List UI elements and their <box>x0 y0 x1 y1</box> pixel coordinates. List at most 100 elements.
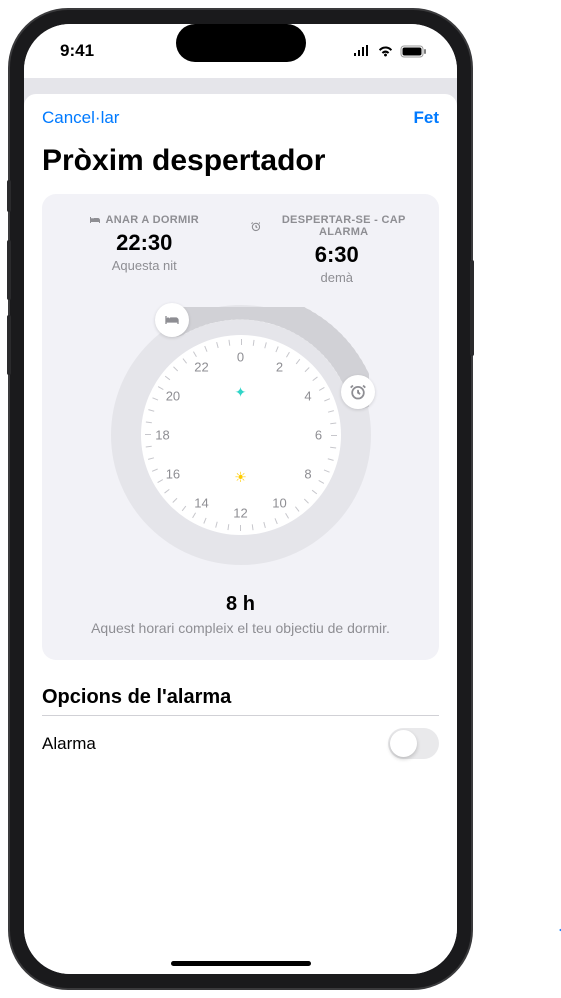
dial-tick <box>204 346 207 352</box>
dial-hour: 18 <box>155 428 169 443</box>
dial-tick <box>181 506 185 511</box>
screen: 9:41 Cancel·lar Fet Pròxim despertador <box>24 24 457 974</box>
dial-tick <box>192 512 196 518</box>
cellular-icon <box>353 45 371 57</box>
dial-tick <box>330 422 336 424</box>
phone-frame: 9:41 Cancel·lar Fet Pròxim despertador <box>10 10 471 988</box>
bed-icon <box>164 312 180 328</box>
dial-hour: 0 <box>237 350 244 365</box>
silent-switch <box>7 180 11 212</box>
dial-tick <box>327 458 333 461</box>
dial-tick <box>172 498 177 503</box>
dial-tick <box>151 469 157 472</box>
dial-tick <box>312 377 317 381</box>
dial-tick <box>216 342 219 348</box>
dial-tick <box>286 352 290 358</box>
bedtime-label: ANAR A DORMIR <box>58 214 231 226</box>
dial-tick <box>145 446 151 448</box>
dial-face: 0246810121416182022 ✦ ☀ <box>141 335 341 535</box>
dial-hour: 8 <box>304 467 311 482</box>
dynamic-island <box>176 24 306 62</box>
dial-tick <box>164 376 169 380</box>
dial-tick <box>157 386 163 390</box>
volume-up <box>7 240 11 300</box>
dial-tick <box>227 524 229 530</box>
times-row: ANAR A DORMIR 22:30 Aquesta nit DESPERTA… <box>58 214 423 285</box>
wake-handle[interactable] <box>341 375 375 409</box>
home-indicator[interactable] <box>171 961 311 966</box>
dial-tick <box>145 434 151 435</box>
modal-sheet: Cancel·lar Fet Pròxim despertador ANAR A… <box>24 94 457 974</box>
dial-tick <box>311 490 316 494</box>
dial-tick <box>285 513 289 519</box>
options-header: Opcions de l'alarma <box>42 686 439 709</box>
dial-tick <box>295 359 299 364</box>
bed-icon <box>89 215 101 225</box>
cancel-button[interactable]: Cancel·lar <box>42 108 119 128</box>
dial-tick <box>318 387 324 391</box>
dial-tick <box>318 480 324 484</box>
dial-tick <box>148 409 154 412</box>
done-button[interactable]: Fet <box>414 108 440 128</box>
dial-hour: 20 <box>166 389 180 404</box>
bedtime-sub: Aquesta nit <box>58 258 231 273</box>
dial-tick <box>173 366 178 371</box>
dial-hour: 14 <box>194 495 208 510</box>
dial-tick <box>228 340 230 346</box>
wake-col: DESPERTAR-SE - CAP ALARMA 6:30 demà <box>251 214 424 285</box>
summary: 8 h Aquest horari compleix el teu object… <box>58 593 423 636</box>
alarm-toggle[interactable] <box>388 728 439 759</box>
alarm-icon <box>350 384 366 400</box>
wake-label-text: DESPERTAR-SE - CAP ALARMA <box>264 214 423 238</box>
dial-numbers: 0246810121416182022 <box>141 335 341 535</box>
alarm-label: Alarma <box>42 734 96 754</box>
dial-tick <box>252 340 254 346</box>
wake-sub: demà <box>251 270 424 285</box>
dial-tick <box>264 342 267 348</box>
status-icons <box>353 45 427 58</box>
summary-hours: 8 h <box>58 593 423 616</box>
dial-hour: 16 <box>166 467 180 482</box>
sparkle-icon: ✦ <box>235 384 247 401</box>
sleep-card: ANAR A DORMIR 22:30 Aquesta nit DESPERTA… <box>42 194 439 660</box>
wake-label: DESPERTAR-SE - CAP ALARMA <box>251 214 424 238</box>
dial-tick <box>241 339 242 345</box>
dial-tick <box>148 457 154 460</box>
dial-tick <box>203 518 206 524</box>
bedtime-col: ANAR A DORMIR 22:30 Aquesta nit <box>58 214 231 285</box>
dial-tick <box>215 522 218 528</box>
dial-tick <box>274 518 277 524</box>
nav-bar: Cancel·lar Fet <box>42 94 439 138</box>
dial-tick <box>275 346 278 352</box>
sleep-dial[interactable]: 0246810121416182022 ✦ ☀ <box>111 305 371 565</box>
dial-tick <box>145 421 151 423</box>
dial-hour: 4 <box>304 389 311 404</box>
dial-tick <box>263 522 266 528</box>
dial-hour: 6 <box>315 428 322 443</box>
dial-tick <box>157 479 163 483</box>
dial-tick <box>303 499 308 504</box>
sleep-dial-wrap: 0246810121416182022 ✦ ☀ <box>58 305 423 565</box>
summary-text: Aquest horari compleix el teu objectiu d… <box>58 620 423 636</box>
alarm-row: Alarma <box>42 715 439 771</box>
toggle-knob <box>390 730 417 757</box>
alarm-icon <box>251 221 261 232</box>
bedtime-handle[interactable] <box>155 303 189 337</box>
dial-tick <box>324 398 330 401</box>
dial-tick <box>182 358 186 363</box>
wake-value: 6:30 <box>251 242 424 268</box>
dial-tick <box>152 397 158 400</box>
dial-hour: 12 <box>233 506 247 521</box>
dial-tick <box>330 447 336 449</box>
dial-tick <box>304 367 309 372</box>
battery-icon <box>400 45 427 58</box>
dial-tick <box>294 506 298 511</box>
dial-tick <box>331 435 337 436</box>
power-button <box>470 260 474 356</box>
dial-tick <box>327 410 333 413</box>
wifi-icon <box>377 45 394 57</box>
bedtime-label-text: ANAR A DORMIR <box>105 214 199 226</box>
page-title: Pròxim despertador <box>42 138 439 194</box>
dial-hour: 2 <box>276 360 283 375</box>
dial-tick <box>193 351 197 357</box>
